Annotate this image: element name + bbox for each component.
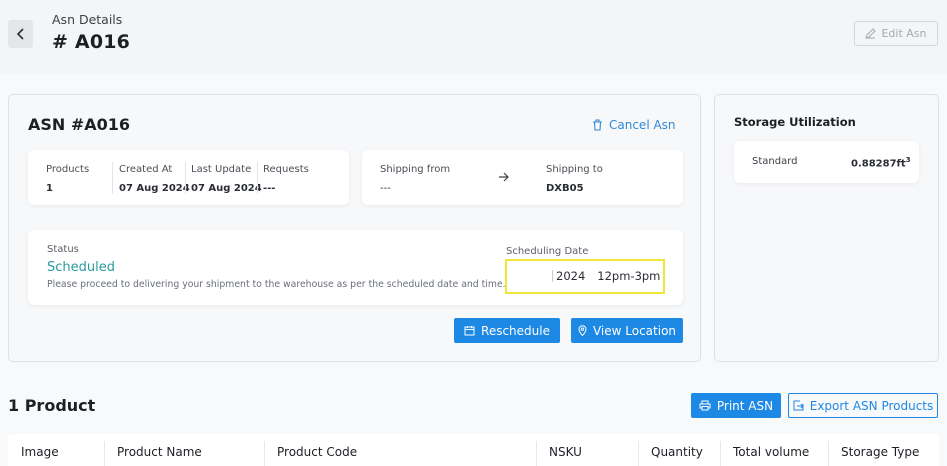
print-asn-label: Print ASN [716,398,774,413]
requests-col: Requests --- [263,164,309,194]
edit-asn-button[interactable]: Edit Asn [854,21,938,46]
divider [828,441,829,466]
storage-title: Storage Utilization [734,115,856,129]
status-value: Scheduled [47,260,115,275]
scheduling-time: 12pm-3pm [597,269,661,283]
updated-label: Last Update [191,164,252,175]
storage-value: 0.88287ft3 [851,156,911,169]
divider [112,162,113,194]
printer-icon [699,400,711,411]
storage-card [714,94,939,362]
asn-title: ASN #A016 [28,115,131,134]
updated-col: Last Update 07 Aug 2024 [191,164,262,194]
column-header-nsku: NSKU [549,445,582,459]
scheduling-date-value: 2024 12pm-3pm [552,269,660,283]
divider [638,441,639,466]
products-value: 1 [46,183,53,194]
map-pin-icon [578,325,587,336]
pencil-icon [865,28,877,39]
column-header-quantity: Quantity [651,445,703,459]
column-header-storage-type: Storage Type [841,445,920,459]
view-location-button[interactable]: View Location [571,318,683,343]
products-col: Products 1 [46,164,89,194]
page-header [0,0,947,74]
storage-unit-exponent: 3 [905,156,911,164]
export-icon [793,400,804,411]
chevron-left-icon [16,28,24,40]
shipping-from-label: Shipping from [380,164,451,175]
view-location-label: View Location [592,323,677,338]
shipping-to-value: DXB05 [546,183,584,194]
created-col: Created At 07 Aug 2024 [119,164,190,194]
edit-asn-label: Edit Asn [881,27,927,40]
created-label: Created At [119,164,173,175]
scheduling-year: 2024 [556,269,586,283]
products-title: 1 Product [8,396,96,415]
export-asn-products-button[interactable]: Export ASN Products [788,393,938,418]
updated-value: 07 Aug 2024 [191,183,262,194]
divider [257,162,258,194]
column-header-image: Image [21,445,59,459]
divider [536,441,537,466]
cancel-asn-label: Cancel Asn [609,118,676,132]
arrow-right-icon [499,172,509,182]
reschedule-button[interactable]: Reschedule [454,318,560,343]
status-label: Status [47,244,79,255]
column-header-total-volume: Total volume [733,445,810,459]
status-message: Please proceed to delivering your shipme… [47,279,506,290]
requests-value: --- [263,183,276,194]
cancel-asn-button[interactable]: Cancel Asn [592,118,676,132]
back-button[interactable] [8,20,33,48]
scheduling-date-label: Scheduling Date [506,246,589,257]
reschedule-label: Reschedule [481,323,550,338]
calendar-icon [464,326,475,336]
trash-icon [593,119,602,131]
divider [720,441,721,466]
storage-amount: 0.88287ft [851,158,906,170]
products-label: Products [46,164,90,175]
requests-label: Requests [263,164,309,175]
shipping-from-col: Shipping from --- [380,164,450,194]
breadcrumb: Asn Details [52,12,123,27]
divider [104,441,105,466]
print-asn-button[interactable]: Print ASN [691,393,781,418]
divider [552,270,553,282]
column-header-product-name: Product Name [117,445,202,459]
page-title: # A016 [52,31,131,53]
export-asn-products-label: Export ASN Products [809,398,934,413]
divider [185,162,186,194]
created-value: 07 Aug 2024 [119,183,190,194]
shipping-to-col: Shipping to DXB05 [546,164,603,194]
divider [264,441,265,466]
asn-summary-box: Products 1 Created At 07 Aug 2024 Last U… [28,150,349,205]
shipping-box: Shipping from --- Shipping to DXB05 [362,150,683,205]
column-header-product-code: Product Code [277,445,358,459]
shipping-to-label: Shipping to [546,164,603,175]
storage-type-label: Standard [752,156,798,167]
shipping-from-value: --- [380,183,391,194]
